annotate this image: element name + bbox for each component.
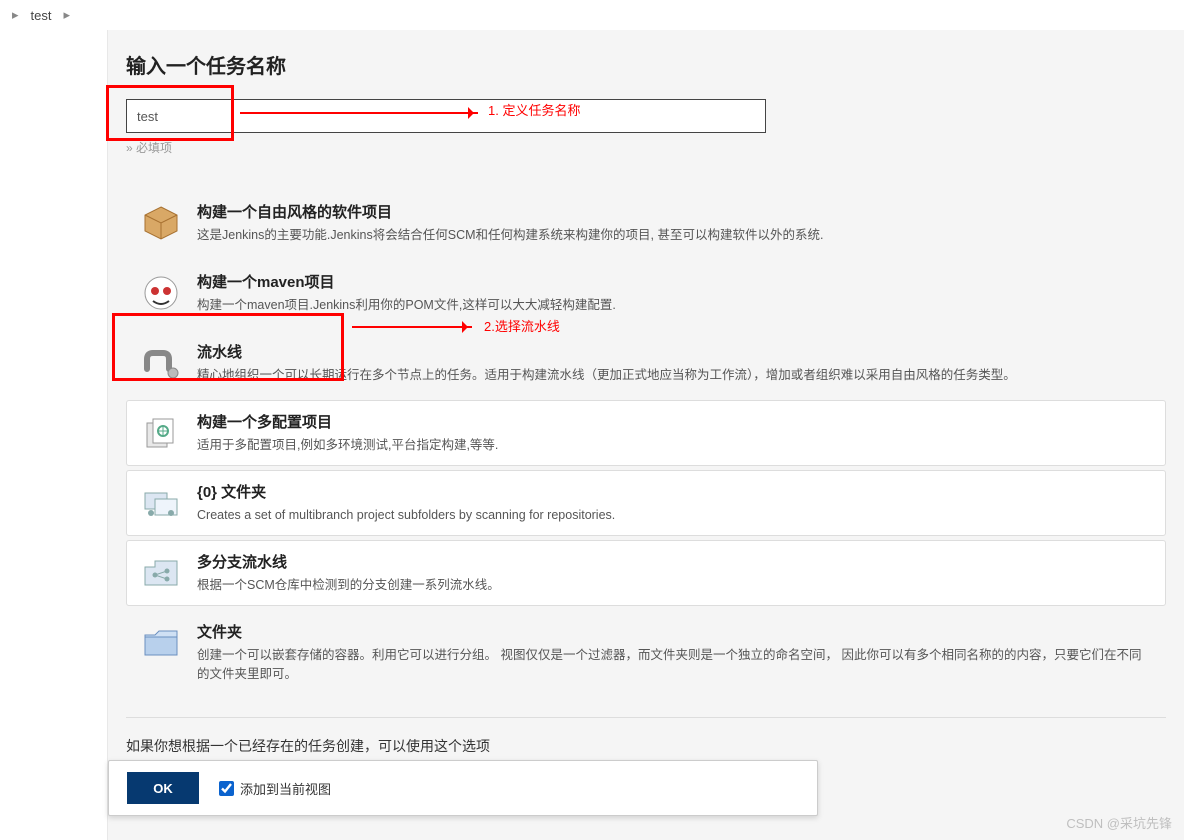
option-desc: 创建一个可以嵌套存储的容器。利用它可以进行分组。 视图仅仅是一个过滤器，而文件夹… bbox=[197, 646, 1153, 684]
folder-icon bbox=[139, 621, 183, 665]
add-to-view-input[interactable] bbox=[219, 781, 234, 796]
chevron-right-icon: ▸ bbox=[58, 7, 77, 23]
breadcrumb-item[interactable]: test bbox=[25, 8, 58, 23]
option-title: 构建一个多配置项目 bbox=[197, 411, 1153, 432]
sidebar bbox=[0, 30, 108, 840]
option-title: {0} 文件夹 bbox=[197, 481, 1153, 502]
org-folder-icon bbox=[139, 481, 183, 525]
option-desc: 精心地组织一个可以长期运行在多个节点上的任务。适用于构建流水线（更加正式地应当称… bbox=[197, 366, 1153, 385]
option-title: 流水线 bbox=[197, 341, 1153, 362]
ok-button[interactable]: OK bbox=[127, 772, 199, 804]
option-title: 构建一个自由风格的软件项目 bbox=[197, 201, 1153, 222]
breadcrumb: ▸ test ▸ bbox=[0, 0, 1184, 30]
pipeline-icon bbox=[139, 341, 183, 385]
maven-icon bbox=[139, 271, 183, 315]
box-icon bbox=[139, 201, 183, 245]
option-title: 文件夹 bbox=[197, 621, 1153, 642]
option-title: 多分支流水线 bbox=[197, 551, 1153, 572]
copy-prompt: 如果你想根据一个已经存在的任务创建，可以使用这个选项 bbox=[126, 736, 1166, 756]
multiconfig-icon bbox=[139, 411, 183, 455]
item-type-list: 构建一个自由风格的软件项目 这是Jenkins的主要功能.Jenkins将会结合… bbox=[126, 190, 1166, 695]
option-freestyle[interactable]: 构建一个自由风格的软件项目 这是Jenkins的主要功能.Jenkins将会结合… bbox=[126, 190, 1166, 256]
action-bar: OK 添加到当前视图 bbox=[108, 760, 818, 816]
option-title: 构建一个maven项目 bbox=[197, 271, 1153, 292]
option-pipeline[interactable]: 流水线 精心地组织一个可以长期运行在多个节点上的任务。适用于构建流水线（更加正式… bbox=[126, 330, 1166, 396]
item-name-input[interactable] bbox=[126, 99, 766, 133]
option-multibranch[interactable]: 多分支流水线 根据一个SCM仓库中检测到的分支创建一系列流水线。 bbox=[126, 540, 1166, 606]
option-desc: 适用于多配置项目,例如多环境测试,平台指定构建,等等. bbox=[197, 436, 1153, 455]
option-multiconfig[interactable]: 构建一个多配置项目 适用于多配置项目,例如多环境测试,平台指定构建,等等. bbox=[126, 400, 1166, 466]
option-desc: 构建一个maven项目.Jenkins利用你的POM文件,这样可以大大减轻构建配… bbox=[197, 296, 1153, 315]
option-desc: Creates a set of multibranch project sub… bbox=[197, 506, 1153, 525]
option-desc: 这是Jenkins的主要功能.Jenkins将会结合任何SCM和任何构建系统来构… bbox=[197, 226, 1153, 245]
option-folder[interactable]: 文件夹 创建一个可以嵌套存储的容器。利用它可以进行分组。 视图仅仅是一个过滤器，… bbox=[126, 610, 1166, 695]
main-content: 输入一个任务名称 » 必填项 构建一个自由风格的软件项目 这是Jenkins的主… bbox=[108, 30, 1184, 840]
option-desc: 根据一个SCM仓库中检测到的分支创建一系列流水线。 bbox=[197, 576, 1153, 595]
add-to-view-checkbox[interactable]: 添加到当前视图 bbox=[219, 779, 331, 798]
multibranch-icon bbox=[139, 551, 183, 595]
required-hint: » 必填项 bbox=[126, 139, 1166, 156]
chevron-right-icon: ▸ bbox=[6, 7, 25, 23]
option-maven[interactable]: 构建一个maven项目 构建一个maven项目.Jenkins利用你的POM文件… bbox=[126, 260, 1166, 326]
page-title: 输入一个任务名称 bbox=[126, 50, 1166, 79]
add-to-view-label: 添加到当前视图 bbox=[240, 779, 331, 798]
option-org-folder[interactable]: {0} 文件夹 Creates a set of multibranch pro… bbox=[126, 470, 1166, 536]
